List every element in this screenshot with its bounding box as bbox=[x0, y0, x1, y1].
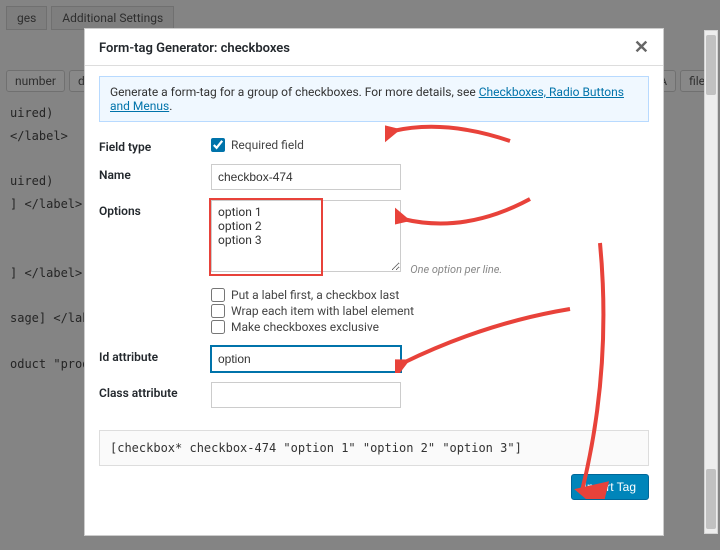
page-scrollbar[interactable] bbox=[704, 30, 718, 534]
modal-dialog: Form-tag Generator: checkboxes ✕ Generat… bbox=[84, 28, 664, 536]
required-checkbox[interactable] bbox=[211, 138, 225, 152]
insert-tag-button[interactable]: Insert Tag bbox=[571, 474, 649, 500]
generated-tag-output[interactable]: [checkbox* checkbox-474 "option 1" "opti… bbox=[99, 430, 649, 466]
label-field-type: Field type bbox=[99, 136, 211, 154]
wrap-label-checkbox[interactable] bbox=[211, 304, 225, 318]
modal-title: Form-tag Generator: checkboxes bbox=[99, 41, 290, 56]
label-first-checkbox[interactable] bbox=[211, 288, 225, 302]
name-input[interactable] bbox=[211, 164, 401, 190]
options-textarea[interactable]: option 1 option 2 option 3 bbox=[211, 200, 401, 272]
label-class: Class attribute bbox=[99, 382, 211, 408]
required-label: Required field bbox=[231, 138, 304, 152]
options-hint: One option per line. bbox=[410, 263, 502, 276]
label-id: Id attribute bbox=[99, 346, 211, 372]
exclusive-text: Make checkboxes exclusive bbox=[231, 320, 379, 334]
exclusive-checkbox[interactable] bbox=[211, 320, 225, 334]
label-name: Name bbox=[99, 164, 211, 190]
label-first-text: Put a label first, a checkbox last bbox=[231, 288, 399, 302]
id-input[interactable] bbox=[211, 346, 401, 372]
label-options: Options bbox=[99, 200, 211, 276]
close-icon[interactable]: ✕ bbox=[634, 39, 649, 57]
class-input[interactable] bbox=[211, 382, 401, 408]
info-text: Generate a form-tag for a group of check… bbox=[110, 85, 479, 99]
wrap-label-text: Wrap each item with label element bbox=[231, 304, 414, 318]
info-banner: Generate a form-tag for a group of check… bbox=[99, 76, 649, 122]
